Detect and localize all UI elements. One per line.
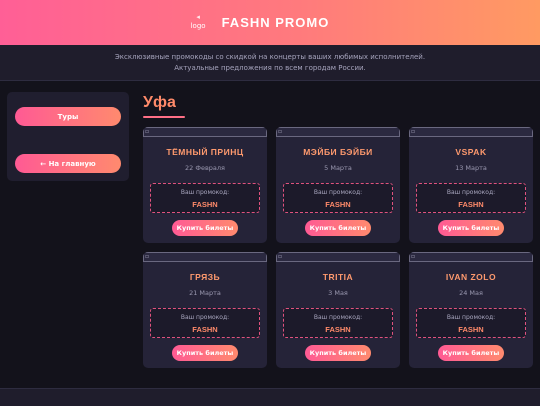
concert-image: ▫ xyxy=(276,127,400,137)
broken-image-icon: ▫ xyxy=(411,128,416,135)
site-header: ◂ logo FASHN PROMO xyxy=(0,0,540,45)
logo[interactable]: ◂ logo xyxy=(191,14,206,31)
concert-date: 24 Мая xyxy=(459,289,483,297)
concert-image: ▫ xyxy=(143,252,267,262)
buy-tickets-button[interactable]: Купить билеты xyxy=(305,345,371,361)
concert-card: ▫ VSPAK 13 Марта Ваш промокод: FASHN Куп… xyxy=(409,127,533,243)
logo-alt-text: logo xyxy=(190,22,206,30)
tours-button[interactable]: Туры xyxy=(15,107,121,126)
city-title: Уфа xyxy=(143,94,176,111)
buy-tickets-button[interactable]: Купить билеты xyxy=(172,220,238,236)
concert-card: ▫ МЭЙБИ БЭЙБИ 5 Марта Ваш промокод: FASH… xyxy=(276,127,400,243)
site-footer xyxy=(0,388,540,406)
broken-image-icon: ▫ xyxy=(278,128,283,135)
sidebar: Туры ← На главную xyxy=(7,92,129,181)
buy-tickets-button[interactable]: Купить билеты xyxy=(438,345,504,361)
concert-image: ▫ xyxy=(409,252,533,262)
brand-title: FASHN PROMO xyxy=(221,15,330,30)
promo-code[interactable]: FASHN xyxy=(284,200,392,209)
artist-name: МЭЙБИ БЭЙБИ xyxy=(303,147,373,157)
promo-box: Ваш промокод: FASHN xyxy=(416,183,526,213)
concert-date: 22 Февраля xyxy=(185,164,225,172)
promo-code[interactable]: FASHN xyxy=(284,325,392,334)
promo-label: Ваш промокод: xyxy=(180,189,230,196)
promo-code[interactable]: FASHN xyxy=(151,200,259,209)
artist-name: IVAN ZOLO xyxy=(445,272,497,282)
concert-image: ▫ xyxy=(409,127,533,137)
broken-image-icon: ◂ xyxy=(196,13,200,21)
promo-label: Ваш промокод: xyxy=(313,314,363,321)
intro-line-1: Эксклюзивные промокоды со скидкой на кон… xyxy=(114,53,426,61)
buy-tickets-button[interactable]: Купить билеты xyxy=(172,345,238,361)
artist-name: VSPAK xyxy=(455,147,487,157)
broken-image-icon: ▫ xyxy=(145,128,150,135)
artist-name: ГРЯЗЬ xyxy=(189,272,221,282)
promo-box: Ваш промокод: FASHN xyxy=(283,183,393,213)
promo-label: Ваш промокод: xyxy=(180,314,230,321)
concert-image: ▫ xyxy=(143,127,267,137)
concert-image: ▫ xyxy=(276,252,400,262)
concert-date: 3 Мая xyxy=(328,289,348,297)
concert-card: ▫ ГРЯЗЬ 21 Марта Ваш промокод: FASHN Куп… xyxy=(143,252,267,368)
home-button[interactable]: ← На главную xyxy=(15,154,121,173)
artist-name: ТЁМНЫЙ ПРИНЦ xyxy=(166,147,244,157)
promo-box: Ваш промокод: FASHN xyxy=(416,308,526,338)
broken-image-icon: ▫ xyxy=(411,253,416,260)
promo-box: Ваш промокод: FASHN xyxy=(283,308,393,338)
concert-date: 5 Марта xyxy=(324,164,352,172)
concert-date: 21 Марта xyxy=(189,289,221,297)
broken-image-icon: ▫ xyxy=(145,253,150,260)
concert-card: ▫ ТЁМНЫЙ ПРИНЦ 22 Февраля Ваш промокод: … xyxy=(143,127,267,243)
promo-box: Ваш промокод: FASHN xyxy=(150,183,260,213)
promo-code[interactable]: FASHN xyxy=(151,325,259,334)
concert-date: 13 Марта xyxy=(455,164,487,172)
intro-banner: Эксклюзивные промокоды со скидкой на кон… xyxy=(0,45,540,81)
concert-card: ▫ IVAN ZOLO 24 Мая Ваш промокод: FASHN К… xyxy=(409,252,533,368)
concert-card: ▫ TRITIA 3 Мая Ваш промокод: FASHN Купит… xyxy=(276,252,400,368)
intro-line-2: Актуальные предложения по всем городам Р… xyxy=(174,64,366,72)
broken-image-icon: ▫ xyxy=(278,253,283,260)
buy-tickets-button[interactable]: Купить билеты xyxy=(438,220,504,236)
promo-label: Ваш промокод: xyxy=(313,189,363,196)
buy-tickets-button[interactable]: Купить билеты xyxy=(305,220,371,236)
artist-name: TRITIA xyxy=(322,272,354,282)
city-title-underline xyxy=(143,116,185,118)
promo-label: Ваш промокод: xyxy=(446,314,496,321)
promo-label: Ваш промокод: xyxy=(446,189,496,196)
promo-code[interactable]: FASHN xyxy=(417,325,525,334)
promo-code[interactable]: FASHN xyxy=(417,200,525,209)
promo-box: Ваш промокод: FASHN xyxy=(150,308,260,338)
